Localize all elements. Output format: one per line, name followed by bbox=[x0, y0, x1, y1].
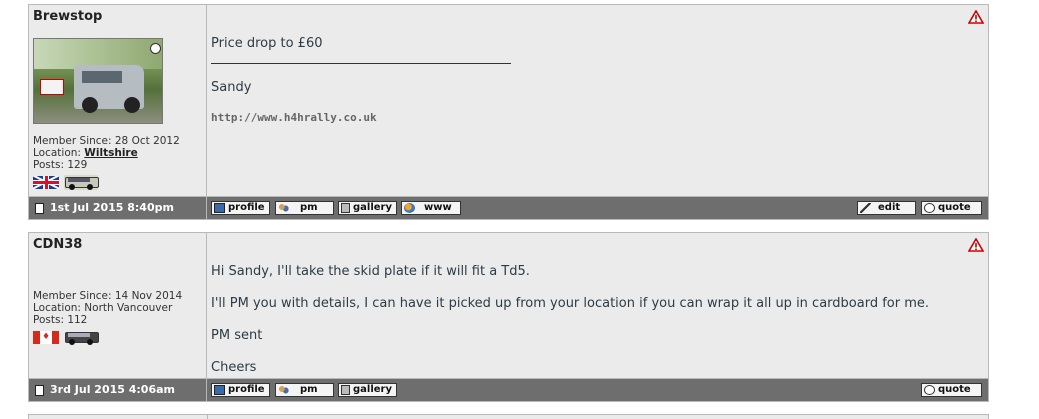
post-content: Hi Sandy, I'll take the skid plate if it… bbox=[207, 233, 988, 378]
post-footer-bar: 3rd Jul 2015 4:06am profile pm gallery q… bbox=[29, 378, 988, 401]
member-since: Member Since: 14 Nov 2014 bbox=[33, 290, 183, 302]
report-warning-icon[interactable] bbox=[968, 10, 984, 24]
quote-button[interactable]: quote bbox=[921, 383, 982, 397]
vehicle-icon bbox=[64, 330, 99, 345]
post-footer-bar: 1st Jul 2015 8:40pm profile pm gallery w… bbox=[29, 196, 988, 219]
post-count: Posts: 112 bbox=[33, 314, 88, 326]
author-name[interactable]: Brewstop bbox=[33, 9, 102, 24]
post-text: Cheers bbox=[211, 360, 257, 375]
signature-name: Sandy bbox=[211, 80, 252, 95]
member-since: Member Since: 28 Oct 2012 bbox=[33, 135, 180, 147]
pm-icon bbox=[278, 385, 289, 395]
online-status-icon bbox=[150, 43, 161, 54]
edit-button[interactable]: edit bbox=[857, 201, 916, 215]
pm-button[interactable]: pm bbox=[275, 383, 334, 397]
canada-flag-icon: ♦ bbox=[33, 331, 59, 344]
profile-icon bbox=[214, 203, 225, 213]
quote-button[interactable]: quote bbox=[921, 201, 982, 215]
signature-link[interactable]: http://www.h4hrally.co.uk bbox=[211, 111, 377, 124]
signature-divider bbox=[211, 63, 511, 64]
www-button[interactable]: www bbox=[401, 201, 461, 215]
post-link-icon[interactable] bbox=[35, 384, 44, 396]
post-content: Price drop to £60 Sandy http://www.h4hra… bbox=[207, 5, 988, 196]
pm-icon bbox=[278, 203, 289, 213]
author-meta: Member Since: 14 Nov 2014 Location: Nort… bbox=[33, 290, 182, 326]
next-post-edge bbox=[28, 414, 989, 419]
gallery-icon bbox=[341, 385, 350, 395]
post-text: I'll PM you with details, I can have it … bbox=[211, 296, 930, 311]
uk-flag-icon bbox=[33, 176, 59, 189]
quote-icon bbox=[924, 385, 935, 395]
post-author-panel: Brewstop Member Since: 28 Oct 2012 Locat… bbox=[29, 5, 207, 196]
profile-icon bbox=[214, 385, 225, 395]
post-text: Hi Sandy, I'll take the skid plate if it… bbox=[211, 264, 530, 279]
forum-post: CDN38 Member Since: 14 Nov 2014 Location… bbox=[28, 232, 989, 402]
author-avatar[interactable] bbox=[33, 38, 163, 124]
post-text: PM sent bbox=[211, 328, 263, 343]
gallery-button[interactable]: gallery bbox=[338, 201, 397, 215]
author-location: Location: North Vancouver bbox=[33, 302, 173, 314]
post-text: Price drop to £60 bbox=[211, 36, 323, 51]
post-count: Posts: 129 bbox=[33, 159, 88, 171]
author-location: Location: Wiltshire bbox=[33, 147, 138, 159]
profile-button[interactable]: profile bbox=[211, 383, 270, 397]
post-date: 3rd Jul 2015 4:06am bbox=[29, 379, 207, 401]
post-author-panel: CDN38 Member Since: 14 Nov 2014 Location… bbox=[29, 233, 207, 378]
location-link[interactable]: Wiltshire bbox=[84, 147, 137, 159]
pm-button[interactable]: pm bbox=[275, 201, 334, 215]
report-warning-icon[interactable] bbox=[968, 238, 984, 252]
author-meta: Member Since: 28 Oct 2012 Location: Wilt… bbox=[33, 135, 180, 171]
author-name[interactable]: CDN38 bbox=[33, 237, 82, 252]
forum-post: Brewstop Member Since: 28 Oct 2012 Locat… bbox=[28, 4, 989, 220]
gallery-icon bbox=[341, 203, 350, 213]
edit-icon bbox=[860, 203, 871, 213]
globe-icon bbox=[404, 203, 415, 213]
profile-button[interactable]: profile bbox=[211, 201, 270, 215]
gallery-button[interactable]: gallery bbox=[338, 383, 397, 397]
quote-icon bbox=[924, 203, 935, 213]
post-date: 1st Jul 2015 8:40pm bbox=[29, 197, 207, 219]
vehicle-icon bbox=[64, 175, 99, 190]
post-link-icon[interactable] bbox=[35, 202, 44, 214]
